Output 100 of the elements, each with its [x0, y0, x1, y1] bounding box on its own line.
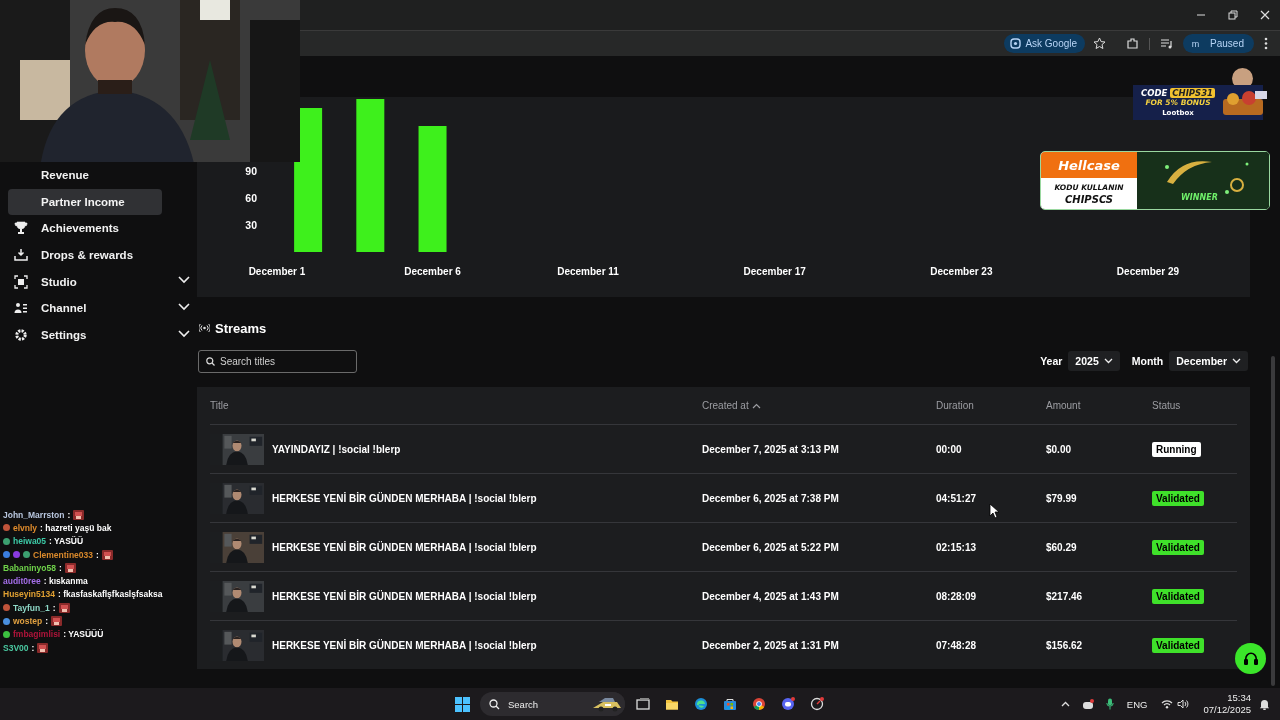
sidebar-item[interactable]: Drops & rewards	[8, 241, 162, 269]
sidebar-item[interactable]: Revenue	[8, 162, 162, 189]
more-icon[interactable]	[1264, 37, 1268, 50]
column-header[interactable]: Created at	[702, 400, 936, 411]
volume-icon[interactable]	[1177, 699, 1190, 709]
wifi-icon[interactable]	[1161, 699, 1174, 709]
headset-icon	[1243, 652, 1258, 665]
chat-message: : kıskanma	[43, 576, 88, 587]
chevron-icon[interactable]	[178, 329, 190, 338]
chat-message: :	[52, 602, 56, 613]
x-axis-label: December 1	[248, 266, 306, 277]
table-cell-text: 00:00	[936, 443, 963, 455]
gauge-icon[interactable]	[809, 697, 824, 711]
lens-icon	[1010, 38, 1022, 49]
search-field[interactable]: Search titles	[198, 349, 357, 373]
x-axis-label: December 23	[930, 266, 993, 277]
chat-app-icon[interactable]	[1081, 698, 1094, 710]
sort-ascending-icon	[751, 402, 761, 409]
table-cell-text: December 6, 2025 at 7:38 PM	[702, 492, 840, 504]
y-axis-label: 30	[245, 219, 257, 231]
cursor-icon	[989, 503, 1000, 519]
chevron-icon[interactable]	[178, 276, 190, 285]
close-icon[interactable]	[1258, 8, 1272, 22]
chat-username: heiwa05	[13, 536, 47, 547]
column-header[interactable]: Amount	[1046, 400, 1152, 411]
table-cell-text: December 6, 2025 at 5:22 PM	[702, 541, 840, 553]
table-cell-text: 07:48:28	[936, 639, 978, 651]
download-tray-icon	[14, 248, 28, 263]
chat-message: :	[96, 549, 99, 560]
table-cell-text: 04:51:27	[936, 492, 978, 504]
column-header[interactable]: Status	[1152, 400, 1237, 411]
x-axis-label: December 11	[557, 266, 619, 277]
chat-app-icon[interactable]	[780, 697, 795, 711]
ask-google-button[interactable]: Ask Google	[1004, 34, 1086, 53]
chevron-up-icon[interactable]	[1060, 701, 1070, 707]
filter-label: Month	[1131, 355, 1164, 367]
search-icon	[489, 698, 500, 710]
chat-username: fmbagimlisi	[13, 629, 61, 640]
table-cell-text: $0.00	[1046, 443, 1073, 455]
chat-username: audit0ree	[3, 576, 41, 587]
y-axis-label: 60	[245, 192, 257, 204]
chat-username: Tayfun_1	[13, 602, 50, 613]
chat-username: John_Marrston	[3, 509, 65, 520]
table-cell-text: $156.62	[1046, 639, 1084, 651]
filter-label: Year	[1040, 355, 1063, 367]
chat-message: : YASÜÜÜ	[63, 629, 104, 640]
windows-icon[interactable]	[455, 696, 470, 712]
sidebar-item[interactable]: Achievements	[8, 215, 162, 242]
chevron-icon	[1103, 358, 1113, 364]
chevron-icon[interactable]	[178, 302, 190, 311]
scrollbar-thumb[interactable]	[1271, 356, 1275, 686]
microphone-icon[interactable]	[1105, 698, 1114, 710]
dropdown[interactable]: December	[1169, 351, 1248, 371]
chat-message: :	[67, 509, 71, 520]
sidebar-item[interactable]: Partner Income	[8, 188, 162, 216]
chat-message: :	[58, 562, 62, 573]
settings-icon	[14, 327, 28, 342]
table-cell-text: 08:28:09	[936, 590, 978, 602]
x-axis-label: December 17	[743, 266, 806, 277]
table-cell-text: December 4, 2025 at 1:43 PM	[702, 590, 840, 602]
table-cell-text: $79.99	[1046, 492, 1078, 504]
table-cell-text: $217.46	[1046, 590, 1084, 602]
status-badge: Validated	[1152, 490, 1204, 506]
chat-username: wostep	[13, 616, 43, 626]
chat-message: : YASÜÜ	[49, 536, 84, 547]
stream-title: HERKESE YENİ BİR GÜNDEN MERHABA | !social !blerp	[272, 590, 537, 602]
store-icon[interactable]	[722, 697, 737, 711]
y-axis-label: 90	[245, 165, 257, 177]
sidebar-item[interactable]: Settings	[8, 321, 162, 349]
chrome-icon[interactable]	[751, 697, 766, 711]
column-header[interactable]: Title	[210, 400, 702, 411]
chat-message: :	[45, 616, 49, 626]
column-header[interactable]: Duration	[936, 400, 1046, 411]
dropdown[interactable]: 2025	[1068, 351, 1120, 371]
chat-username: Clementine033	[33, 549, 93, 560]
browser-icon[interactable]	[693, 697, 708, 711]
notification-bell-icon[interactable]	[1259, 698, 1270, 710]
chat-message: : fkasfaskaflşfkaslşfsaksa	[58, 589, 163, 600]
media-control-icon[interactable]	[1160, 37, 1174, 50]
folder-icon[interactable]	[664, 697, 679, 711]
table-cell-text: 02:15:13	[936, 541, 978, 553]
profile-button[interactable]: m Paused	[1183, 34, 1254, 53]
chat-username: S3V00	[3, 642, 29, 653]
restore-icon[interactable]	[1226, 8, 1240, 22]
extension-icon[interactable]	[1126, 37, 1140, 50]
chat-username: Babaninyo58	[3, 562, 56, 573]
stream-title: HERKESE YENİ BİR GÜNDEN MERHABA | !social !blerp	[272, 492, 537, 504]
x-axis-label: December 29	[1116, 266, 1180, 277]
star-icon[interactable]	[1093, 37, 1107, 50]
stream-title: HERKESE YENİ BİR GÜNDEN MERHABA | !social !blerp	[272, 541, 537, 553]
chat-message: : hazreti yaşü bak	[40, 522, 112, 533]
sidebar-item[interactable]: Studio	[8, 268, 162, 295]
table-cell-text: December 2, 2025 at 1:31 PM	[702, 639, 840, 651]
trophy-icon	[14, 221, 28, 236]
status-badge: Validated	[1152, 588, 1204, 604]
clock[interactable]: 15:34 07/12/2025	[1203, 692, 1251, 716]
language-indicator[interactable]: ENG	[1126, 698, 1148, 710]
screen-frame-icon	[14, 274, 28, 289]
sidebar-item[interactable]: Channel	[8, 294, 162, 322]
task-view-icon[interactable]	[635, 697, 650, 711]
